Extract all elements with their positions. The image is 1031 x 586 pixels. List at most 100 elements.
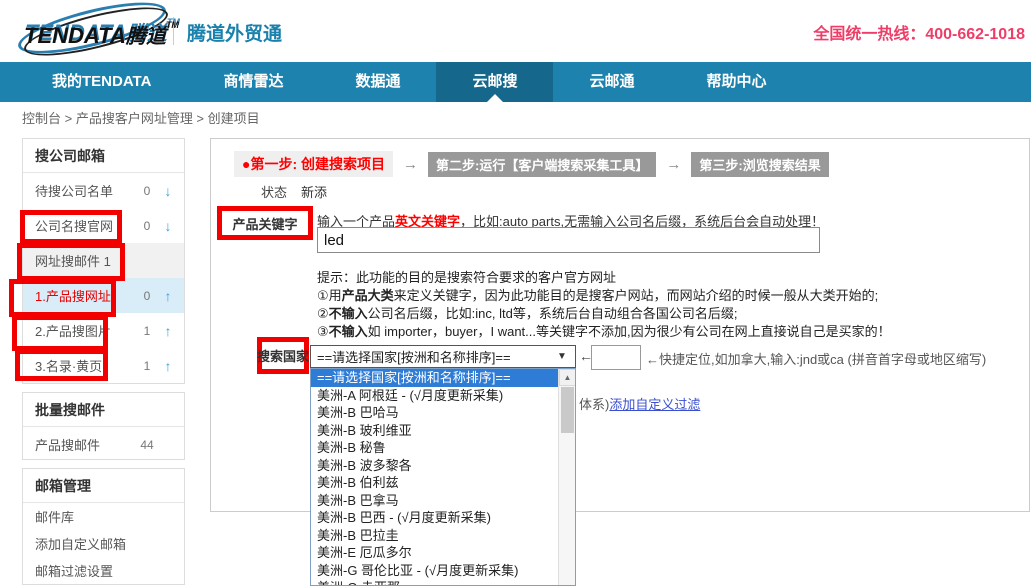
- sidebar-item-label: 产品搜邮件: [35, 435, 134, 454]
- sidebar-item-count: 1: [134, 359, 160, 373]
- sidebar-item-1.产品搜网址[interactable]: 1.产品搜网址0↑: [23, 278, 184, 313]
- steps-bar: ●第一步: 创建搜索项目→第二步:运行【客户端搜索采集工具】→第三步:浏览搜索结…: [234, 151, 829, 177]
- arrow-down-icon[interactable]: ↓: [160, 183, 176, 199]
- sidebar-item-产品搜邮件[interactable]: 产品搜邮件44: [23, 427, 184, 462]
- step-2: 第二步:运行【客户端搜索采集工具】: [428, 152, 656, 177]
- dropdown-scrollbar[interactable]: ▲: [558, 369, 575, 585]
- filter-line-text: 体系): [579, 397, 609, 412]
- keyword-input[interactable]: [317, 227, 820, 253]
- sidebar-item-3.名录·黄页[interactable]: 3.名录·黄页1↑: [23, 348, 184, 383]
- nav-item-云邮搜[interactable]: 云邮搜: [436, 62, 553, 102]
- sidebar-item-添加自定义邮箱[interactable]: 添加自定义邮箱: [23, 530, 184, 557]
- arrow-up-icon[interactable]: ↑: [160, 358, 176, 374]
- tips-4-pre: ③: [317, 324, 329, 339]
- country-dropdown: ==请选择国家[按洲和名称排序]==美洲-A 阿根廷 - (√月度更新采集)美洲…: [310, 368, 576, 586]
- tips-4-post: 如 importer，buyer，I want...等关键字不添加,因为很少有公…: [368, 324, 891, 339]
- sidebar-item-待搜公司名单[interactable]: 待搜公司名单0↓: [23, 173, 184, 208]
- tips-block: 提示：此功能的目的是搜索符合要求的客户官方网址 ①用产品大类来定义关键字，因为此…: [317, 269, 891, 341]
- country-option-5[interactable]: 美洲-B 波多黎各: [311, 457, 558, 475]
- country-option-3[interactable]: 美洲-B 玻利维亚: [311, 422, 558, 440]
- sidebar-item-邮箱过滤设置[interactable]: 邮箱过滤设置: [23, 557, 184, 584]
- tips-3-post: 公司名后缀，比如:inc, ltd等，系统后台自动组合各国公司名后缀;: [368, 306, 738, 321]
- sidebar-item-label: 2.产品搜图片: [35, 321, 134, 340]
- sidebar-panel-批量搜邮件: 批量搜邮件产品搜邮件44: [22, 392, 185, 460]
- hotline: 全国统一热线：400-662-1018: [813, 20, 1025, 44]
- tips-2-em: 产品大类: [342, 288, 394, 303]
- country-option-4[interactable]: 美洲-B 秘鲁: [311, 439, 558, 457]
- nav-item-商情雷达[interactable]: 商情雷达: [187, 62, 319, 102]
- product-name: 腾道外贸通: [187, 19, 282, 46]
- nav-item-帮助中心[interactable]: 帮助中心: [671, 62, 803, 102]
- sidebar-item-label: 添加自定义邮箱: [35, 534, 134, 553]
- country-option-7[interactable]: 美洲-B 巴拿马: [311, 492, 558, 510]
- country-option-1[interactable]: 美洲-A 阿根廷 - (√月度更新采集): [311, 387, 558, 405]
- sidebar-item-count: 0: [134, 289, 160, 303]
- quick-locate-hint: ←快捷定位,如加拿大,输入:jnd或ca (拼音首字母或地区缩写): [646, 349, 986, 368]
- tips-2-post: 来定义关键字，因为此功能目的是搜客户网站，而网站介绍的时候一般从大类开始的;: [394, 288, 879, 303]
- status-row: 状态新添: [261, 182, 327, 201]
- quick-locate-input[interactable]: [591, 345, 641, 370]
- sidebar-item-count: 1: [134, 324, 160, 338]
- sidebar-item-count: 44: [134, 438, 160, 452]
- country-option-9[interactable]: 美洲-B 巴拉圭: [311, 527, 558, 545]
- country-option-0[interactable]: ==请选择国家[按洲和名称排序]==: [311, 369, 558, 387]
- country-option-6[interactable]: 美洲-B 伯利兹: [311, 474, 558, 492]
- sidebar-item-公司名搜官网[interactable]: 公司名搜官网0↓: [23, 208, 184, 243]
- step-arrow-icon: →: [393, 156, 428, 173]
- country-option-12[interactable]: 美洲-G 圭亚那: [311, 579, 558, 586]
- sidebar-panel-搜公司邮箱: 搜公司邮箱待搜公司名单0↓公司名搜官网0↓网址搜邮件 11.产品搜网址0↑2.产…: [22, 138, 185, 384]
- active-tab-notch-icon: [487, 94, 503, 102]
- logo-text: TENDATA腾道TM: [24, 20, 179, 49]
- step-3: 第三步:浏览搜索结果: [691, 152, 828, 177]
- tips-3-em: 不输入: [329, 306, 368, 321]
- logo-en: TENDATA: [24, 23, 126, 48]
- arrow-up-icon[interactable]: ↑: [160, 323, 176, 339]
- sidebar-panel-title: 批量搜邮件: [23, 393, 184, 427]
- country-option-2[interactable]: 美洲-B 巴哈马: [311, 404, 558, 422]
- nav-item-我的TENDATA[interactable]: 我的TENDATA: [16, 62, 187, 102]
- logo-cn: 腾道: [126, 26, 166, 48]
- sidebar-panel-title: 邮箱管理: [23, 469, 184, 503]
- step-arrow-icon: →: [656, 156, 691, 173]
- sidebar-item-label: 网址搜邮件 1: [35, 251, 134, 270]
- sidebar-item-label: 公司名搜官网: [35, 216, 134, 235]
- country-option-11[interactable]: 美洲-G 哥伦比亚 - (√月度更新采集): [311, 562, 558, 580]
- tips-2-pre: ①用: [317, 288, 342, 303]
- scroll-up-icon[interactable]: ▲: [559, 369, 576, 386]
- scrollbar-thumb[interactable]: [561, 387, 574, 433]
- sidebar-item-邮件库[interactable]: 邮件库: [23, 503, 184, 530]
- sidebar-item-2.产品搜图片[interactable]: 2.产品搜图片1↑: [23, 313, 184, 348]
- filter-line: 体系)添加自定义过滤: [579, 394, 700, 413]
- sidebar-item-网址搜邮件 1[interactable]: 网址搜邮件 1: [23, 243, 184, 278]
- tips-line-3: ②不输入公司名后缀，比如:inc, ltd等，系统后台自动组合各国公司名后缀;: [317, 305, 891, 323]
- sidebar-item-label: 3.名录·黄页: [35, 356, 134, 375]
- sidebar-panel-title: 搜公司邮箱: [23, 139, 184, 173]
- nav-item-数据通[interactable]: 数据通: [319, 62, 436, 102]
- status-value: 新添: [301, 185, 327, 200]
- sidebar-item-count: 0: [134, 219, 160, 233]
- sidebar-item-label: 待搜公司名单: [35, 181, 134, 200]
- country-option-10[interactable]: 美洲-E 厄瓜多尔: [311, 544, 558, 562]
- tips-line-4: ③不输入如 importer，buyer，I want...等关键字不添加,因为…: [317, 323, 891, 341]
- sidebar-panel-邮箱管理: 邮箱管理邮件库添加自定义邮箱邮箱过滤设置: [22, 468, 185, 585]
- header: TENDATA腾道TM 腾道外贸通 全国统一热线：400-662-1018: [0, 0, 1031, 62]
- add-custom-filter-link[interactable]: 添加自定义过滤: [609, 397, 700, 412]
- step-1: ●第一步: 创建搜索项目: [234, 151, 393, 177]
- country-select[interactable]: ==请选择国家[按洲和名称排序]== ▼: [310, 345, 576, 368]
- nav-item-云邮通[interactable]: 云邮通: [553, 62, 670, 102]
- sidebar-item-count: 0: [134, 184, 160, 198]
- tips-line-2: ①用产品大类来定义关键字，因为此功能目的是搜客户网站，而网站介绍的时候一般从大类…: [317, 287, 891, 305]
- tendata-logo: TENDATA腾道TM: [10, 8, 180, 56]
- sidebar-item-label: 邮件库: [35, 507, 134, 526]
- country-select-value: ==请选择国家[按洲和名称排序]==: [311, 347, 557, 366]
- sidebar-item-label: 邮箱过滤设置: [35, 561, 134, 580]
- status-label: 状态: [261, 185, 287, 200]
- arrow-down-icon[interactable]: ↓: [160, 218, 176, 234]
- country-option-8[interactable]: 美洲-B 巴西 - (√月度更新采集): [311, 509, 558, 527]
- tips-3-pre: ②: [317, 306, 329, 321]
- logo-tm: TM: [166, 20, 179, 30]
- chevron-down-icon: ▼: [557, 351, 575, 362]
- arrow-up-icon[interactable]: ↑: [160, 288, 176, 304]
- sidebar-item-label: 1.产品搜网址: [35, 286, 134, 305]
- country-option-list: ==请选择国家[按洲和名称排序]==美洲-A 阿根廷 - (√月度更新采集)美洲…: [311, 369, 558, 585]
